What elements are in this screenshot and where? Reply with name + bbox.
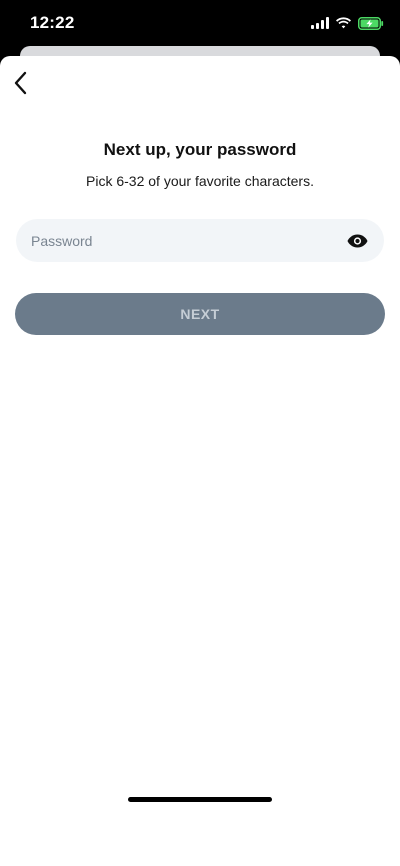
status-bar: 12:22	[0, 0, 400, 48]
next-button[interactable]: NEXT	[15, 293, 385, 335]
password-field[interactable]	[16, 219, 384, 262]
page-title: Next up, your password	[103, 140, 297, 159]
chevron-left-icon	[14, 71, 27, 95]
password-input[interactable]	[31, 219, 331, 262]
wifi-icon	[336, 17, 351, 29]
status-time: 12:22	[30, 13, 75, 32]
back-button[interactable]	[8, 68, 32, 98]
eye-icon	[347, 234, 367, 248]
password-sheet: Next up, your password Pick 6-32 of your…	[0, 56, 400, 866]
home-indicator	[128, 797, 272, 802]
show-password-button[interactable]	[346, 231, 368, 251]
page-subtitle: Pick 6-32 of your favorite characters.	[86, 173, 314, 189]
battery-charging-icon	[358, 16, 384, 30]
status-icons	[311, 15, 384, 31]
cellular-signal-icon	[311, 17, 329, 29]
